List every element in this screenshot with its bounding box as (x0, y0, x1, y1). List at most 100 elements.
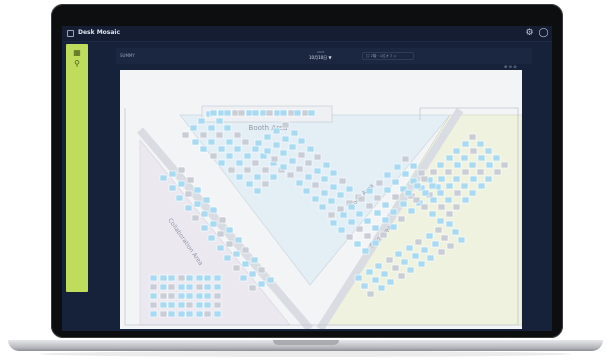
desk-seat[interactable] (233, 131, 242, 139)
desk-seat[interactable] (436, 217, 445, 225)
desk-seat[interactable] (203, 310, 212, 318)
desk-seat[interactable] (347, 218, 356, 226)
desk-seat[interactable] (383, 171, 392, 179)
desk-seat[interactable] (253, 173, 262, 181)
desk-seat[interactable] (313, 167, 322, 175)
desk-seat[interactable] (437, 203, 446, 211)
desk-seat[interactable] (457, 236, 466, 244)
desk-seat[interactable] (184, 204, 193, 212)
desk-seat[interactable] (288, 143, 297, 151)
desk-seat[interactable] (484, 147, 493, 155)
desk-seat[interactable] (191, 214, 200, 222)
desk-seat[interactable] (175, 194, 184, 202)
desk-seat[interactable] (177, 274, 186, 282)
desk-seat[interactable] (389, 208, 398, 216)
desk-seat[interactable] (149, 283, 158, 291)
desk-seat[interactable] (461, 196, 470, 204)
desk-seat[interactable] (484, 175, 493, 183)
desk-seat[interactable] (365, 268, 374, 276)
desk-seat[interactable] (199, 145, 208, 153)
desk-seat[interactable] (322, 161, 331, 169)
desk-seat[interactable] (168, 184, 177, 192)
desk-seat[interactable] (406, 266, 415, 274)
desk-seat[interactable] (241, 260, 250, 268)
desk-seat[interactable] (327, 211, 336, 219)
desk-seat[interactable] (397, 215, 406, 223)
desk-seat[interactable] (354, 274, 363, 282)
desk-seat[interactable] (391, 193, 400, 201)
desk-seat[interactable] (355, 210, 364, 218)
desk-seat[interactable] (167, 283, 176, 291)
desk-seat[interactable] (414, 238, 423, 246)
desk-seat[interactable] (250, 256, 259, 264)
desk-seat[interactable] (469, 175, 478, 183)
desk-seat[interactable] (207, 234, 216, 242)
desk-seat[interactable] (500, 161, 509, 169)
desk-seat[interactable] (445, 210, 454, 218)
desk-seat[interactable] (254, 139, 263, 147)
floor-filter-input[interactable]: 〇 2階・1位オフ ◇ (362, 52, 414, 60)
desk-seat[interactable] (306, 145, 315, 153)
desk-seat[interactable] (397, 272, 406, 280)
desk-seat[interactable] (253, 187, 262, 195)
desk-seat[interactable] (261, 166, 270, 174)
desk-seat[interactable] (225, 240, 234, 248)
desk-seat[interactable] (209, 152, 218, 160)
desk-seat[interactable] (304, 159, 313, 167)
desk-seat[interactable] (213, 274, 222, 282)
desk-seat[interactable] (409, 162, 418, 170)
desk-seat[interactable] (263, 147, 272, 155)
desk-seat[interactable] (217, 145, 226, 153)
desk-seat[interactable] (185, 301, 194, 309)
desk-seat[interactable] (149, 292, 158, 300)
desk-seat[interactable] (185, 310, 194, 318)
desk-seat[interactable] (385, 256, 394, 264)
desk-seat[interactable] (217, 159, 226, 167)
desk-seat[interactable] (159, 310, 168, 318)
desk-seat[interactable] (177, 292, 186, 300)
desk-seat[interactable] (477, 154, 486, 162)
desk-seat[interactable] (375, 179, 384, 187)
desk-seat[interactable] (394, 250, 403, 258)
zoom-controls[interactable]: ⊕ ⊖ ⊘ (504, 64, 517, 69)
desk-seat[interactable] (437, 248, 446, 256)
desk-seat[interactable] (193, 186, 202, 194)
desk-seat[interactable] (232, 264, 241, 272)
desk-seat[interactable] (181, 131, 190, 139)
desk-seat[interactable] (445, 154, 454, 162)
desk-seat[interactable] (225, 138, 234, 146)
desk-seat[interactable] (371, 276, 380, 284)
desk-seat[interactable] (251, 145, 260, 153)
desk-seat[interactable] (251, 159, 260, 167)
desk-seat[interactable] (391, 178, 400, 186)
desk-seat[interactable] (184, 190, 193, 198)
desk-seat[interactable] (200, 224, 209, 232)
desk-seat[interactable] (434, 226, 443, 234)
desk-seat[interactable] (377, 284, 386, 292)
desk-seat[interactable] (295, 165, 304, 173)
desk-seat[interactable] (168, 170, 177, 178)
desk-seat[interactable] (270, 155, 279, 163)
desk-seat[interactable] (272, 127, 281, 135)
desk-seat[interactable] (337, 226, 346, 234)
desk-seat[interactable] (203, 274, 212, 282)
desk-seat[interactable] (428, 210, 437, 218)
desk-seat[interactable] (149, 310, 158, 318)
desk-seat[interactable] (243, 166, 252, 174)
desk-seat[interactable] (412, 196, 421, 204)
desk-seat[interactable] (200, 210, 209, 218)
desk-seat[interactable] (357, 195, 366, 203)
desk-seat[interactable] (363, 232, 372, 240)
desk-seat[interactable] (401, 170, 410, 178)
desk-seat[interactable] (195, 274, 204, 282)
desk-seat[interactable] (302, 187, 311, 195)
desk-seat[interactable] (243, 152, 252, 160)
desk-seat[interactable] (445, 220, 454, 228)
desk-seat[interactable] (420, 203, 429, 211)
desk-seat[interactable] (213, 292, 222, 300)
desk-seat[interactable] (286, 171, 295, 179)
desk-seat[interactable] (185, 292, 194, 300)
desk-seat[interactable] (399, 200, 408, 208)
desk-seat[interactable] (199, 131, 208, 139)
desk-seat[interactable] (329, 219, 338, 227)
